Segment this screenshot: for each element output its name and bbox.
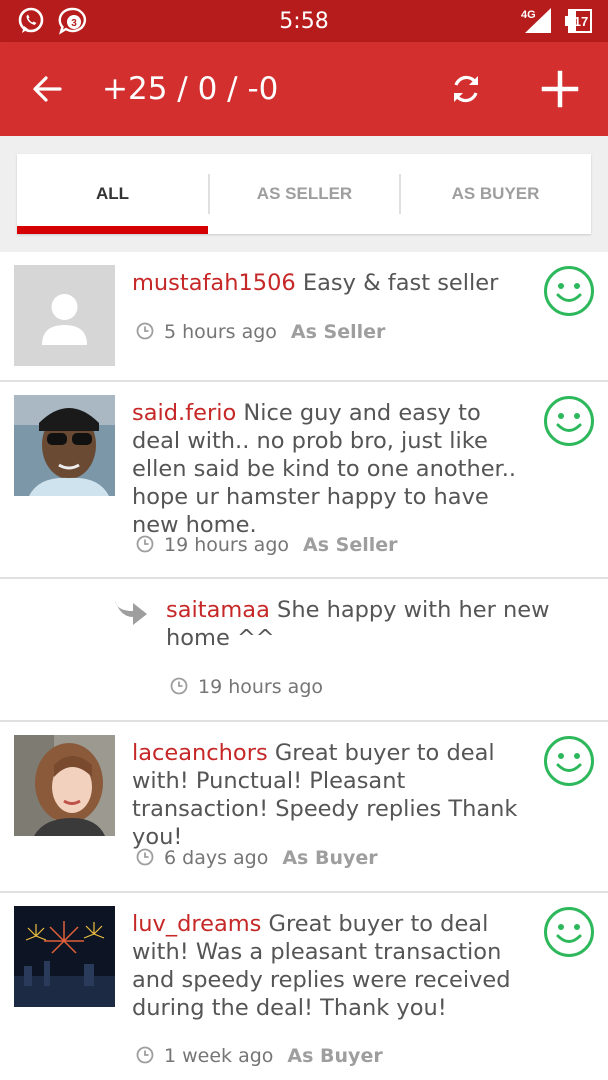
avatar-photo (14, 395, 115, 496)
review-role: As Seller (290, 321, 386, 343)
reviewer-avatar (14, 906, 115, 1007)
avatar-placeholder (14, 265, 115, 366)
refresh-icon[interactable] (444, 67, 488, 111)
network-type: 4G (521, 9, 536, 21)
reviewer-username[interactable]: said.ferio (132, 400, 236, 426)
reply-arrow-icon (112, 595, 152, 630)
review-role: As Buyer (282, 847, 378, 869)
avatar-photo (14, 735, 115, 836)
status-bar: 3 5:58 4G 17 (0, 0, 608, 42)
clock-icon (136, 322, 154, 345)
avatar-photo (14, 906, 115, 1007)
clock-icon (170, 677, 188, 700)
review-meta: 6 days ago As Buyer (136, 847, 378, 871)
review-message: Easy & fast seller (302, 270, 499, 296)
reviewer-username[interactable]: luv_dreams (132, 911, 261, 937)
review-item[interactable]: mustafah1506 Easy & fast seller 5 hours … (0, 252, 608, 382)
review-text: laceanchors Great buyer to deal with! Pu… (132, 739, 527, 851)
reply-meta: 19 hours ago (170, 676, 323, 700)
filter-tabs: ALL AS SELLER AS BUYER (17, 154, 591, 234)
review-time: 6 days ago (164, 847, 269, 869)
person-placeholder-icon (42, 294, 87, 345)
battery-icon: 17 (564, 8, 594, 39)
review-meta: 19 hours ago As Seller (136, 534, 398, 558)
review-role: As Seller (303, 534, 398, 556)
review-meta: 5 hours ago As Seller (136, 321, 385, 345)
review-time: 19 hours ago (164, 534, 290, 556)
tab-all[interactable]: ALL (17, 154, 208, 234)
smiley-icon (543, 906, 595, 958)
review-meta: 1 week ago As Buyer (136, 1045, 383, 1069)
reviewer-avatar (14, 395, 115, 496)
signal-icon: 4G (519, 5, 553, 40)
add-icon[interactable] (538, 67, 582, 111)
reviewer-username[interactable]: laceanchors (132, 740, 268, 766)
clock-icon (136, 1046, 154, 1069)
reviewer-username[interactable]: mustafah1506 (132, 270, 296, 296)
clock-icon (136, 848, 154, 871)
battery-level: 17 (574, 14, 588, 29)
reply-time: 19 hours ago (198, 676, 324, 698)
smiley-icon (543, 735, 595, 787)
review-item[interactable]: said.ferio Nice guy and easy to deal wit… (0, 382, 608, 579)
review-role: As Buyer (287, 1045, 383, 1067)
review-text: luv_dreams Great buyer to deal with! Was… (132, 910, 527, 1022)
review-item[interactable]: luv_dreams Great buyer to deal with! Was… (0, 893, 608, 1080)
page-title: +25 / 0 / -0 (102, 71, 279, 107)
review-text: mustafah1506 Easy & fast seller (132, 269, 527, 297)
tab-as-buyer[interactable]: AS BUYER (400, 154, 591, 234)
app-bar: +25 / 0 / -0 (0, 42, 608, 136)
active-tab-indicator (17, 226, 208, 234)
smiley-icon (543, 395, 595, 447)
reply-item[interactable]: saitamaa She happy with her new home ^^ … (0, 579, 608, 722)
smiley-icon (543, 265, 595, 317)
review-item[interactable]: laceanchors Great buyer to deal with! Pu… (0, 722, 608, 893)
review-time: 5 hours ago (164, 321, 277, 343)
tab-as-seller[interactable]: AS SELLER (209, 154, 400, 234)
review-time: 1 week ago (164, 1045, 274, 1067)
clock-icon (136, 535, 154, 558)
back-arrow-icon[interactable] (26, 67, 70, 111)
review-text: said.ferio Nice guy and easy to deal wit… (132, 399, 527, 539)
reviewer-avatar (14, 735, 115, 836)
clock-time: 5:58 (279, 9, 329, 34)
reply-username[interactable]: saitamaa (166, 597, 270, 623)
reply-text: saitamaa She happy with her new home ^^ (166, 596, 586, 652)
